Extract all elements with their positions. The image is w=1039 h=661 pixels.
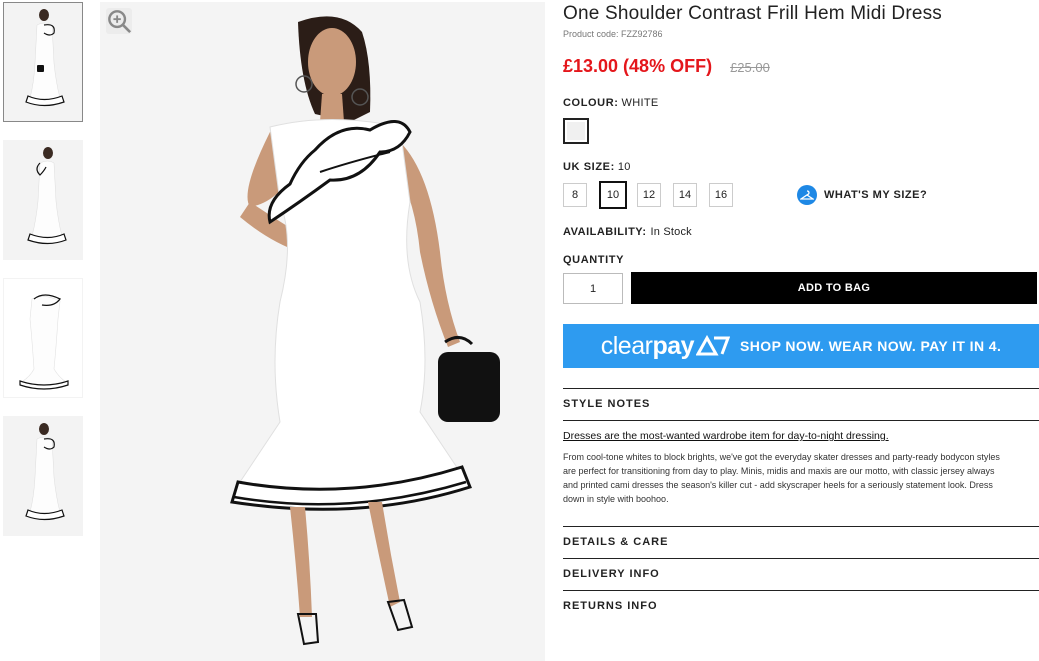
colour-value: WHITE — [621, 97, 659, 109]
clearpay-arrows-icon — [696, 335, 731, 356]
sale-price: £13.00 (48% OFF) — [563, 56, 713, 76]
section-delivery-info[interactable]: DELIVERY INFO — [563, 559, 1039, 590]
clearpay-logo: clearpay — [600, 331, 695, 361]
size-option-14[interactable]: 14 — [673, 183, 697, 207]
clearpay-logo-b: pay — [652, 331, 695, 360]
size-option-12[interactable]: 12 — [637, 183, 661, 207]
thumbnail-4[interactable] — [3, 416, 83, 536]
size-options: 8 10 12 14 16 WHAT'S MY SIZE? — [563, 181, 1039, 209]
product-info: One Shoulder Contrast Frill Hem Midi Dre… — [563, 0, 1039, 622]
style-notes-headline: Dresses are the most-wanted wardrobe ite… — [563, 430, 889, 442]
hanger-icon — [797, 185, 817, 205]
clearpay-logo-a: clear — [600, 331, 653, 360]
section-style-notes[interactable]: STYLE NOTES — [563, 389, 1039, 420]
quantity-row: 1 ADD TO BAG — [563, 272, 1039, 304]
thumbnail-image — [4, 279, 82, 397]
size-option-8[interactable]: 8 — [563, 183, 587, 207]
size-value: 10 — [617, 161, 631, 173]
clearpay-banner[interactable]: clearpay SHOP NOW. WEAR NOW. PAY IT IN 4… — [563, 324, 1039, 368]
divider — [563, 420, 1039, 421]
size-option-16[interactable]: 16 — [709, 183, 733, 207]
clearpay-tagline: SHOP NOW. WEAR NOW. PAY IT IN 4. — [740, 338, 1002, 354]
main-product-image[interactable] — [100, 2, 545, 661]
zoom-in-icon — [108, 10, 132, 34]
availability-label: AVAILABILITY: — [563, 226, 647, 238]
size-guide-link[interactable]: WHAT'S MY SIZE? — [797, 185, 927, 205]
style-notes-body: From cool-tone whites to block brights, … — [563, 450, 1039, 506]
zoom-button[interactable] — [106, 8, 132, 34]
style-notes-line: and printed cami dresses the season's ki… — [563, 480, 993, 490]
size-guide-label: WHAT'S MY SIZE? — [824, 189, 928, 201]
thumbnail-strip — [3, 2, 83, 554]
size-label-text: UK SIZE: — [563, 161, 615, 173]
thumbnail-1[interactable] — [3, 2, 83, 122]
quantity-input[interactable]: 1 — [563, 273, 623, 304]
thumbnail-image — [4, 3, 82, 121]
swatch-fill — [567, 122, 585, 140]
add-to-bag-button[interactable]: ADD TO BAG — [631, 272, 1037, 304]
thumbnail-image — [4, 141, 82, 259]
style-notes-line: down in style with boohoo. — [563, 494, 669, 504]
colour-swatch-white[interactable] — [563, 118, 589, 144]
price-row: £13.00 (48% OFF) £25.00 — [563, 56, 1039, 77]
product-title: One Shoulder Contrast Frill Hem Midi Dre… — [563, 3, 943, 24]
product-photo — [100, 2, 545, 661]
availability-value: In Stock — [650, 226, 692, 238]
availability: AVAILABILITY: In Stock — [563, 226, 1039, 238]
section-returns-info[interactable]: RETURNS INFO — [563, 591, 1039, 622]
style-notes-line: are perfect for transitioning from day t… — [563, 466, 995, 476]
colour-label: COLOUR: WHITE — [563, 97, 1039, 109]
size-label: UK SIZE: 10 — [563, 161, 1039, 173]
colour-label-text: COLOUR: — [563, 97, 619, 109]
original-price: £25.00 — [730, 60, 770, 75]
quantity-label: QUANTITY — [563, 254, 625, 266]
size-option-10[interactable]: 10 — [599, 181, 627, 209]
thumbnail-image — [4, 417, 82, 535]
thumbnail-2[interactable] — [3, 140, 83, 260]
thumbnail-3[interactable] — [3, 278, 83, 398]
style-notes-line: From cool-tone whites to block brights, … — [563, 452, 1000, 462]
section-details-care[interactable]: DETAILS & CARE — [563, 527, 1039, 558]
product-code: Product code: FZZ92786 — [563, 29, 663, 39]
